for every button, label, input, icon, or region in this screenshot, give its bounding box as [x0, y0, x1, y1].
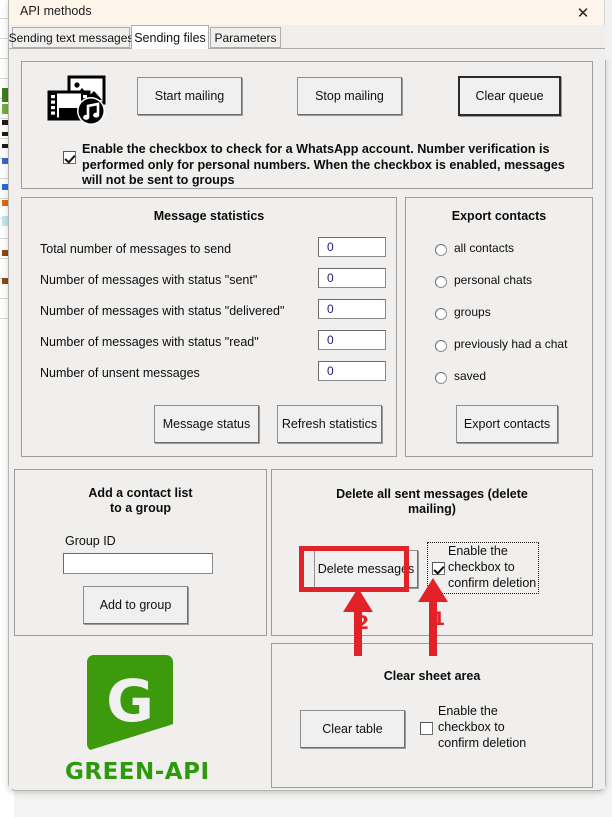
- stat-label-delivered: Number of messages with status "delivere…: [40, 304, 285, 318]
- add-contact-list-title-line1: Add a contact list: [88, 486, 193, 500]
- tab-panel-sending-files: Start mailing Stop mailing Clear queue E…: [9, 49, 605, 789]
- export-contacts-button[interactable]: Export contacts: [456, 405, 558, 443]
- whatsapp-account-check-checkbox[interactable]: [63, 151, 76, 164]
- radio-all-contacts[interactable]: [435, 244, 447, 256]
- refresh-statistics-button[interactable]: Refresh statistics: [277, 405, 382, 443]
- stat-value-delivered[interactable]: 0: [318, 299, 386, 319]
- svg-text:G: G: [106, 667, 154, 735]
- message-statistics-panel: Message statistics Total number of messa…: [21, 197, 397, 457]
- clear-table-confirm-label-line3: confirm deletion: [438, 736, 527, 750]
- stop-mailing-button[interactable]: Stop mailing: [297, 77, 402, 115]
- export-contacts-panel: Export contacts all contacts personal ch…: [405, 197, 593, 457]
- clear-queue-button[interactable]: Clear queue: [458, 76, 561, 116]
- radio-label-saved: saved: [454, 369, 487, 383]
- clear-sheet-area-title: Clear sheet area: [383, 669, 481, 683]
- stat-label-total: Total number of messages to send: [40, 242, 232, 256]
- mailing-controls-panel: Start mailing Stop mailing Clear queue E…: [21, 61, 593, 189]
- confirm-deletion-label-line2: checkbox to: [448, 560, 515, 574]
- start-mailing-button[interactable]: Start mailing: [137, 77, 242, 115]
- stat-value-read[interactable]: 0: [318, 330, 386, 350]
- stat-value-unsent[interactable]: 0: [318, 361, 386, 381]
- radio-label-all-contacts: all contacts: [454, 241, 515, 255]
- group-id-label: Group ID: [65, 534, 116, 548]
- clear-table-confirm-checkbox[interactable]: [420, 722, 433, 735]
- dialog-title: API methods: [20, 4, 92, 18]
- media-files-icon: [47, 75, 106, 125]
- close-icon[interactable]: ✕: [561, 0, 605, 25]
- group-id-input[interactable]: [63, 553, 213, 574]
- radio-label-previously-had-a-chat: previously had a chat: [454, 337, 568, 351]
- radio-saved[interactable]: [435, 372, 447, 384]
- tab-bar: Sending text messages Sending files Para…: [9, 25, 605, 49]
- clear-table-button[interactable]: Clear table: [300, 710, 405, 748]
- api-methods-dialog: API methods ✕ Sending text messages Send…: [8, 0, 612, 791]
- stat-label-sent: Number of messages with status "sent": [40, 273, 258, 287]
- delete-sent-messages-panel: Delete all sent messages (delete mailing…: [271, 469, 593, 636]
- delete-messages-button[interactable]: Delete messages: [314, 550, 418, 588]
- background-window-scrollbar[interactable]: [604, 0, 612, 60]
- stat-value-sent[interactable]: 0: [318, 268, 386, 288]
- radio-previously-had-a-chat[interactable]: [435, 340, 447, 352]
- clear-sheet-area-panel: Clear sheet area Clear table Enable the …: [271, 643, 593, 788]
- confirm-deletion-label-line3: confirm deletion: [448, 576, 537, 590]
- tab-sending-text-messages[interactable]: Sending text messages: [9, 27, 133, 48]
- delete-sent-messages-title-line2: mailing): [408, 502, 456, 516]
- delete-sent-messages-title-line1: Delete all sent messages (delete: [336, 487, 528, 501]
- message-status-button[interactable]: Message status: [154, 405, 259, 443]
- message-statistics-title: Message statistics: [153, 209, 265, 223]
- radio-personal-chats[interactable]: [435, 276, 447, 288]
- radio-label-groups: groups: [454, 305, 491, 319]
- stat-label-unsent: Number of unsent messages: [40, 366, 200, 380]
- dialog-titlebar: API methods ✕: [9, 0, 605, 26]
- stat-label-read: Number of messages with status "read": [40, 335, 259, 349]
- export-contacts-title: Export contacts: [451, 209, 547, 223]
- tab-sending-files[interactable]: Sending files: [131, 25, 209, 49]
- add-contact-list-panel: Add a contact list to a group Group ID A…: [14, 469, 267, 636]
- green-api-wordmark: GREEN-API: [65, 759, 210, 785]
- whatsapp-account-check-label: Enable the checkbox to check for a Whats…: [82, 142, 565, 187]
- radio-groups[interactable]: [435, 308, 447, 320]
- stat-value-total[interactable]: 0: [318, 237, 386, 257]
- add-contact-list-title-line2: to a group: [109, 501, 172, 515]
- tab-parameters[interactable]: Parameters: [210, 27, 281, 48]
- green-api-logo-letter: G: [106, 667, 154, 735]
- confirm-deletion-label-line1: Enable the: [448, 544, 508, 558]
- radio-label-personal-chats: personal chats: [454, 273, 533, 287]
- clear-table-confirm-label-line2: checkbox to: [438, 720, 505, 734]
- add-to-group-button[interactable]: Add to group: [83, 586, 188, 624]
- clear-table-confirm-label-line1: Enable the: [438, 704, 498, 718]
